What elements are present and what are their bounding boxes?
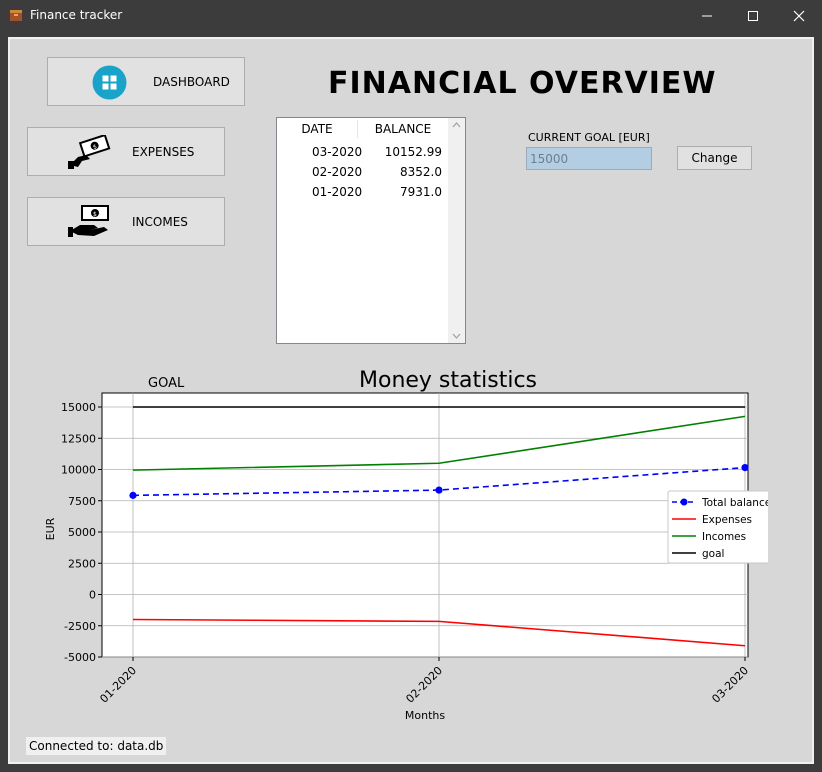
- balance-table[interactable]: DATE BALANCE 03-2020 10152.99 02-2020 83…: [276, 117, 466, 344]
- legend-label: Total balance: [701, 497, 768, 509]
- incomes-button[interactable]: $ INCOMES: [27, 197, 225, 246]
- svg-text:$: $: [93, 211, 97, 218]
- scroll-up-icon[interactable]: [452, 122, 461, 128]
- goal-annotation: GOAL: [148, 376, 185, 391]
- pay-money-icon: $: [68, 135, 111, 169]
- app-icon: [10, 10, 22, 21]
- vertical-scrollbar[interactable]: [448, 118, 465, 343]
- y-tick-label: 0: [89, 589, 96, 602]
- column-header-date[interactable]: DATE: [277, 118, 357, 140]
- scroll-down-icon[interactable]: [452, 333, 461, 339]
- row-balance: 7931.0: [400, 185, 442, 199]
- dashboard-button[interactable]: DASHBOARD: [47, 57, 245, 106]
- x-tick-label: 03-2020: [709, 664, 751, 706]
- row-date: 03-2020: [312, 145, 363, 159]
- maximize-button[interactable]: [730, 0, 776, 31]
- minimize-button[interactable]: [684, 0, 730, 31]
- dashboard-icon: [92, 65, 127, 100]
- y-tick-label: 2500: [68, 557, 96, 570]
- y-tick-label: -5000: [64, 651, 96, 664]
- receive-money-icon: $: [68, 205, 109, 237]
- y-axis-label: EUR: [44, 517, 57, 540]
- y-tick-label: 10000: [61, 464, 96, 477]
- expenses-button[interactable]: $ EXPENSES: [27, 127, 225, 176]
- close-icon: [793, 10, 805, 21]
- row-balance: 8352.0: [400, 165, 442, 179]
- x-tick-label: 02-2020: [403, 664, 445, 706]
- title-bar[interactable]: Finance tracker: [0, 0, 822, 31]
- y-tick-label: 15000: [61, 401, 96, 414]
- x-tick-label: 01-2020: [97, 664, 139, 706]
- minimize-icon: [702, 15, 712, 16]
- y-tick-label: -2500: [64, 620, 96, 633]
- maximize-icon: [748, 10, 758, 21]
- row-balance: 10152.99: [384, 145, 442, 159]
- legend-marker: [680, 498, 688, 506]
- money-statistics-chart: 15000 12500 10000 7500 5000 2500 0 -2500 -5000 01…: [38, 357, 771, 737]
- column-header-balance[interactable]: BALANCE: [358, 118, 448, 140]
- expenses-label: EXPENSES: [132, 145, 195, 159]
- y-tick-label: 12500: [61, 432, 96, 445]
- plot-area: [101, 392, 749, 658]
- chart-canvas: 15000 12500 10000 7500 5000 2500 0 -2500 -500001…: [44, 368, 771, 722]
- connection-status: Connected to: data.db: [26, 737, 167, 755]
- row-date: 01-2020: [312, 185, 363, 199]
- page-title: FINANCIAL OVERVIEW: [328, 66, 717, 101]
- main-panel: DASHBOARD $ EXPENSES $ INCOMES FINANCIAL…: [8, 37, 814, 764]
- window-title: Finance tracker: [30, 8, 123, 22]
- dashboard-label: DASHBOARD: [153, 75, 230, 89]
- legend-label: goal: [702, 548, 724, 560]
- y-tick-label: 7500: [68, 495, 96, 508]
- legend-label: Incomes: [702, 531, 746, 543]
- row-date: 02-2020: [312, 165, 363, 179]
- change-goal-button[interactable]: Change: [677, 146, 752, 170]
- legend-label: Expenses: [702, 514, 752, 526]
- x-axis-label: Months: [405, 709, 445, 722]
- incomes-label: INCOMES: [132, 215, 188, 229]
- series-point: [741, 463, 749, 472]
- y-tick-label: 5000: [68, 526, 96, 539]
- app-window: Finance tracker DASHBOARD $ EXPENSES $ I…: [0, 0, 822, 772]
- chart-title: Money statistics: [359, 368, 537, 393]
- goal-input[interactable]: [526, 147, 652, 170]
- close-button[interactable]: [776, 0, 822, 31]
- goal-label: CURRENT GOAL [EUR]: [528, 131, 650, 144]
- series-point: [129, 491, 137, 499]
- series-point: [435, 486, 443, 494]
